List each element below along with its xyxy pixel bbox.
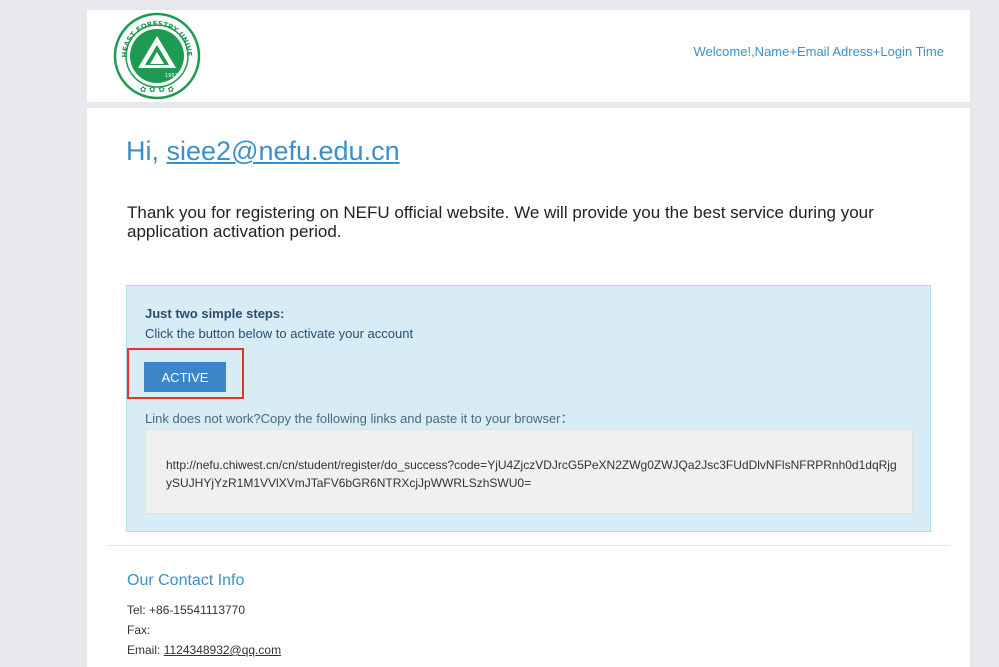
email-label: Email: <box>127 643 161 657</box>
header-divider-band <box>87 102 970 108</box>
link-note: Link does not work?Copy the following li… <box>145 411 574 426</box>
greeting-heading: Hi, siee2@nefu.edu.cn <box>126 136 400 167</box>
fax-label: Fax: <box>127 623 151 637</box>
header: NORTHEAST FORESTRY UNIVERSITY 1952 ✿ ✿ ✿… <box>87 10 970 102</box>
tel-label: Tel: <box>127 603 146 617</box>
contact-email-link[interactable]: 1124348932@qq.com <box>164 643 281 657</box>
tel-value: +86-15541113770 <box>149 603 246 617</box>
email-page: NORTHEAST FORESTRY UNIVERSITY 1952 ✿ ✿ ✿… <box>87 10 970 667</box>
activation-steps-box: Just two simple steps: Click the button … <box>126 285 931 532</box>
contact-tel: Tel: +86-15541113770 <box>127 603 245 617</box>
contact-title: Our Contact Info <box>127 572 245 589</box>
steps-subtitle: Click the button below to activate your … <box>145 326 414 341</box>
activation-url[interactable]: http://nefu.chiwest.cn/cn/student/regist… <box>166 456 901 492</box>
activation-url-box: http://nefu.chiwest.cn/cn/student/regist… <box>145 429 913 514</box>
welcome-link[interactable]: Welcome!,Name+Email Adress+Login Time <box>694 44 944 59</box>
greeting-email-link[interactable]: siee2@nefu.edu.cn <box>167 136 400 166</box>
svg-text:✿ ✿ ✿ ✿: ✿ ✿ ✿ ✿ <box>140 85 175 94</box>
steps-title: Just two simple steps: <box>145 306 285 321</box>
intro-text: Thank you for registering on NEFU offici… <box>127 203 874 241</box>
logo-year: 1952 <box>165 73 178 79</box>
footer-divider <box>107 545 950 546</box>
contact-fax: Fax: <box>127 623 150 637</box>
contact-email: Email: 1124348932@qq.com <box>127 643 281 657</box>
greeting-prefix: Hi, <box>126 136 159 166</box>
active-button[interactable]: ACTIVE <box>144 362 226 392</box>
university-logo: NORTHEAST FORESTRY UNIVERSITY 1952 ✿ ✿ ✿… <box>113 12 201 100</box>
